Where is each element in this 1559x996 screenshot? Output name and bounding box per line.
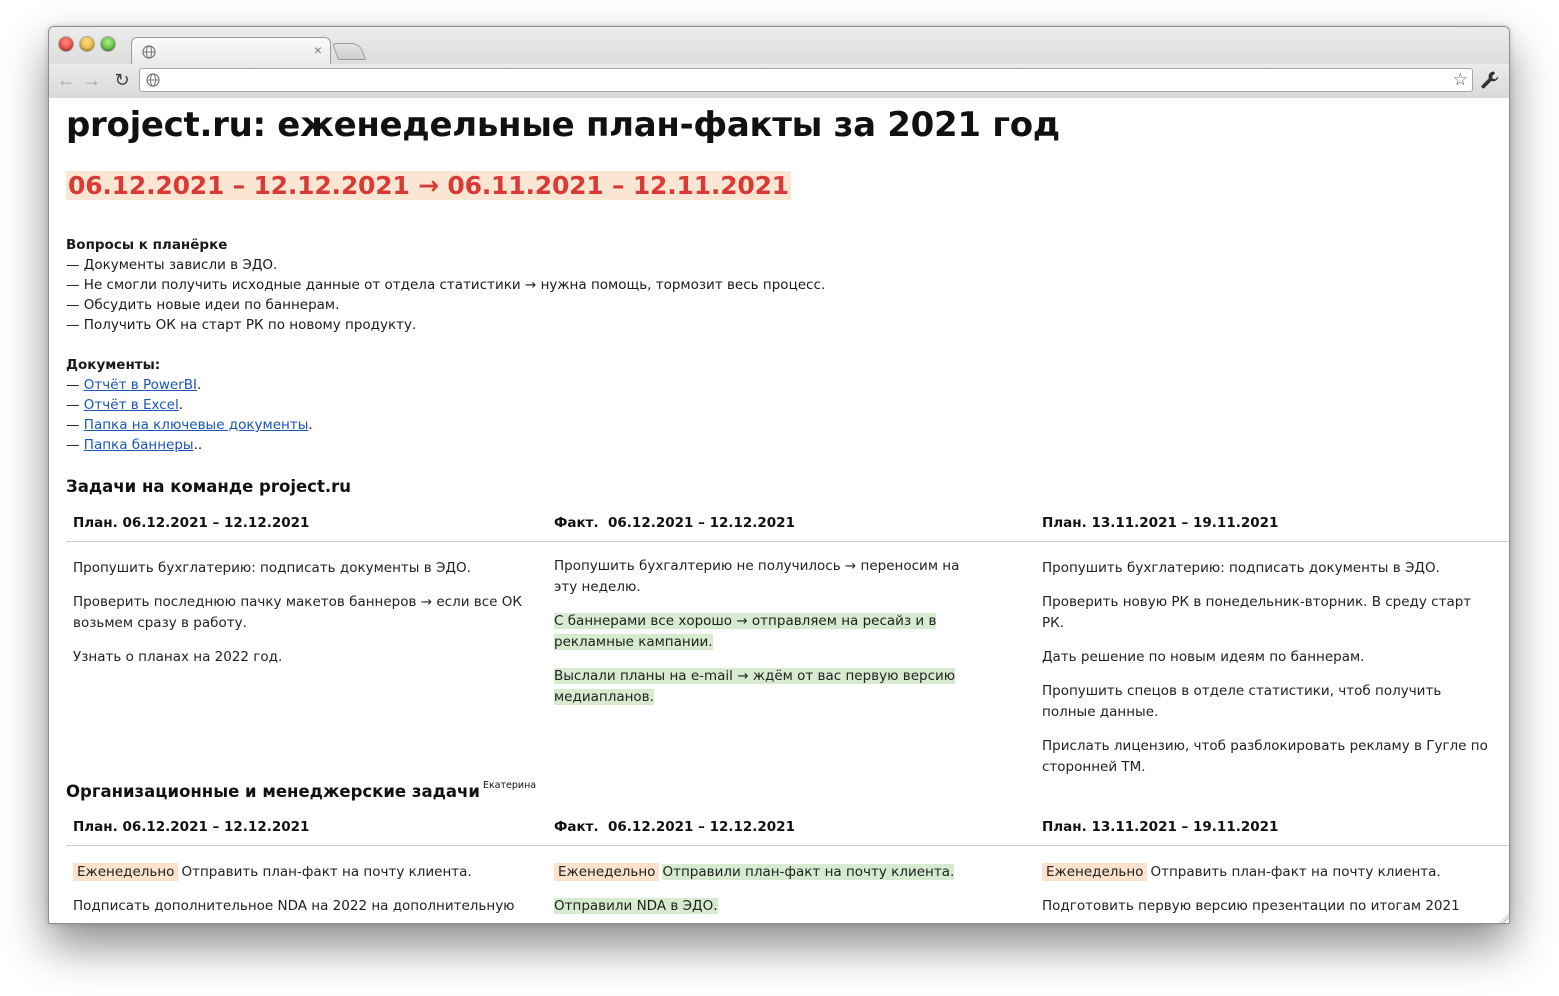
question-item: — Получить ОК на старт РК по новому прод…	[66, 317, 417, 333]
fact-column-header: Факт. 06.12.2021 – 12.12.2021	[554, 515, 795, 531]
table-divider	[66, 845, 1509, 846]
list-item: Узнать о планах на 2022 год.	[73, 649, 283, 665]
browser-tab[interactable]: ×	[131, 37, 331, 64]
page-content: project.ru: еженедельные план-факты за 2…	[49, 99, 1509, 923]
list-item: Еженедельно Отправить план-факт на почту …	[73, 862, 523, 883]
fact-column-header: Факт. 06.12.2021 – 12.12.2021	[554, 819, 795, 835]
done-highlight: Отправили NDA в ЭДО.	[554, 898, 718, 914]
browser-window: × ← → ↻ ☆ project.ru: еженедельные план-…	[48, 26, 1510, 924]
weekly-tag: Еженедельно	[1042, 863, 1148, 881]
intro-block: Вопросы к планёрке — Документы зависли в…	[66, 235, 825, 455]
browser-chrome: × ← → ↻ ☆	[49, 27, 1509, 98]
questions-heading: Вопросы к планёрке	[66, 237, 228, 253]
list-item: Дать решение по новым идеям по баннерам.	[1042, 649, 1365, 665]
next-plan-column-header: План. 13.11.2021 – 19.11.2021	[1042, 819, 1279, 835]
plan-column-header: План. 06.12.2021 – 12.12.2021	[73, 515, 310, 531]
next-plan-column-header: План. 13.11.2021 – 19.11.2021	[1042, 515, 1279, 531]
close-window-button[interactable]	[59, 37, 73, 51]
question-item: — Документы зависли в ЭДО.	[66, 257, 278, 273]
bookmark-star-icon[interactable]: ☆	[1453, 70, 1468, 90]
list-item: Проверить последнюю пачку макетов баннер…	[73, 594, 522, 631]
back-button[interactable]: ←	[55, 69, 77, 91]
list-item: Прислать лицензию, чтоб разблокировать р…	[1042, 738, 1488, 775]
fact-column: Еженедельно Отправили план-факт на почту …	[554, 862, 984, 923]
list-item: Еженедельно Отправили план-факт на почту …	[554, 862, 984, 883]
next-plan-column: Еженедельно Отправить план-факт на почту …	[1042, 862, 1492, 923]
document-item: — Папка баннеры..	[66, 437, 203, 453]
fact-column: Пропушить бухгалтерию не получилось → пе…	[554, 556, 984, 721]
new-tab-button[interactable]	[331, 43, 367, 60]
done-highlight: Отправили план-факт на почту клиента.	[662, 864, 955, 880]
list-item: Подготовить первую версию презентации по…	[1042, 898, 1460, 923]
resize-handle[interactable]	[1499, 913, 1509, 923]
table-divider	[66, 541, 1509, 542]
list-item: Подписать дополнительное NDA на 2022 на …	[73, 898, 515, 914]
key-documents-folder-link[interactable]: Папка на ключевые документы	[84, 417, 309, 433]
weekly-tag: Еженедельно	[73, 863, 179, 881]
list-item: Отправили NDA в ЭДО.	[554, 896, 984, 917]
list-item: Проверить новую РК в понедельник-вторник…	[1042, 594, 1472, 631]
page-title: project.ru: еженедельные план-факты за 2…	[66, 105, 1060, 145]
browser-toolbar: ← → ↻ ☆	[49, 64, 1509, 98]
forward-button[interactable]: →	[81, 69, 103, 91]
globe-icon	[142, 45, 156, 59]
document-item: — Отчёт в Excel.	[66, 397, 184, 413]
minimize-window-button[interactable]	[80, 37, 94, 51]
list-item: Пропушить спецов в отделе статистики, чт…	[1042, 683, 1442, 720]
list-item: Пропушить бухглатерию: подписать докумен…	[1042, 560, 1440, 576]
wrench-icon[interactable]	[1479, 69, 1501, 91]
document-item: — Папка на ключевые документы.	[66, 417, 313, 433]
owner-name: Екатерина	[482, 780, 537, 791]
team-tasks-section-title: Задачи на команде project.ru	[66, 477, 351, 496]
next-plan-column: Пропушить бухглатерию: подписать докумен…	[1042, 558, 1492, 791]
weekly-tag: Еженедельно	[554, 863, 660, 881]
reload-button[interactable]: ↻	[111, 69, 133, 91]
plan-column: Еженедельно Отправить план-факт на почту …	[73, 862, 523, 923]
documents-heading: Документы:	[66, 357, 161, 373]
window-controls	[59, 37, 115, 51]
list-item: С баннерами все хорошо → отправляем на р…	[554, 611, 984, 653]
question-item: — Не смогли получить исходные данные от …	[66, 277, 826, 293]
done-highlight: С баннерами все хорошо → отправляем на р…	[554, 613, 937, 650]
globe-icon	[146, 73, 160, 87]
powerbi-report-link[interactable]: Отчёт в PowerBI	[84, 377, 197, 393]
zoom-window-button[interactable]	[101, 37, 115, 51]
excel-report-link[interactable]: Отчёт в Excel	[84, 397, 179, 413]
done-highlight: Выслали планы на e-mail → ждём от вас пе…	[554, 668, 956, 705]
tab-close-icon[interactable]: ×	[314, 42, 322, 58]
plan-column-header: План. 06.12.2021 – 12.12.2021	[73, 819, 310, 835]
address-bar[interactable]: ☆	[139, 68, 1473, 92]
list-item: Еженедельно Отправить план-факт на почту …	[1042, 862, 1492, 883]
banners-folder-link[interactable]: Папка баннеры	[84, 437, 194, 453]
list-item: Пропушить бухглатерию: подписать докумен…	[73, 560, 471, 576]
list-item: Пропушить бухгалтерию не получилось → пе…	[554, 558, 960, 595]
date-range-heading: 06.12.2021 – 12.12.2021 → 06.11.2021 – 1…	[66, 171, 791, 200]
document-item: — Отчёт в PowerBI.	[66, 377, 202, 393]
plan-column: Пропушить бухглатерию: подписать докумен…	[73, 558, 523, 681]
question-item: — Обсудить новые идеи по баннерам.	[66, 297, 340, 313]
management-tasks-section-title: Организационные и менеджерские задачи Ека…	[66, 780, 537, 801]
list-item: Выслали планы на e-mail → ждём от вас пе…	[554, 666, 984, 708]
